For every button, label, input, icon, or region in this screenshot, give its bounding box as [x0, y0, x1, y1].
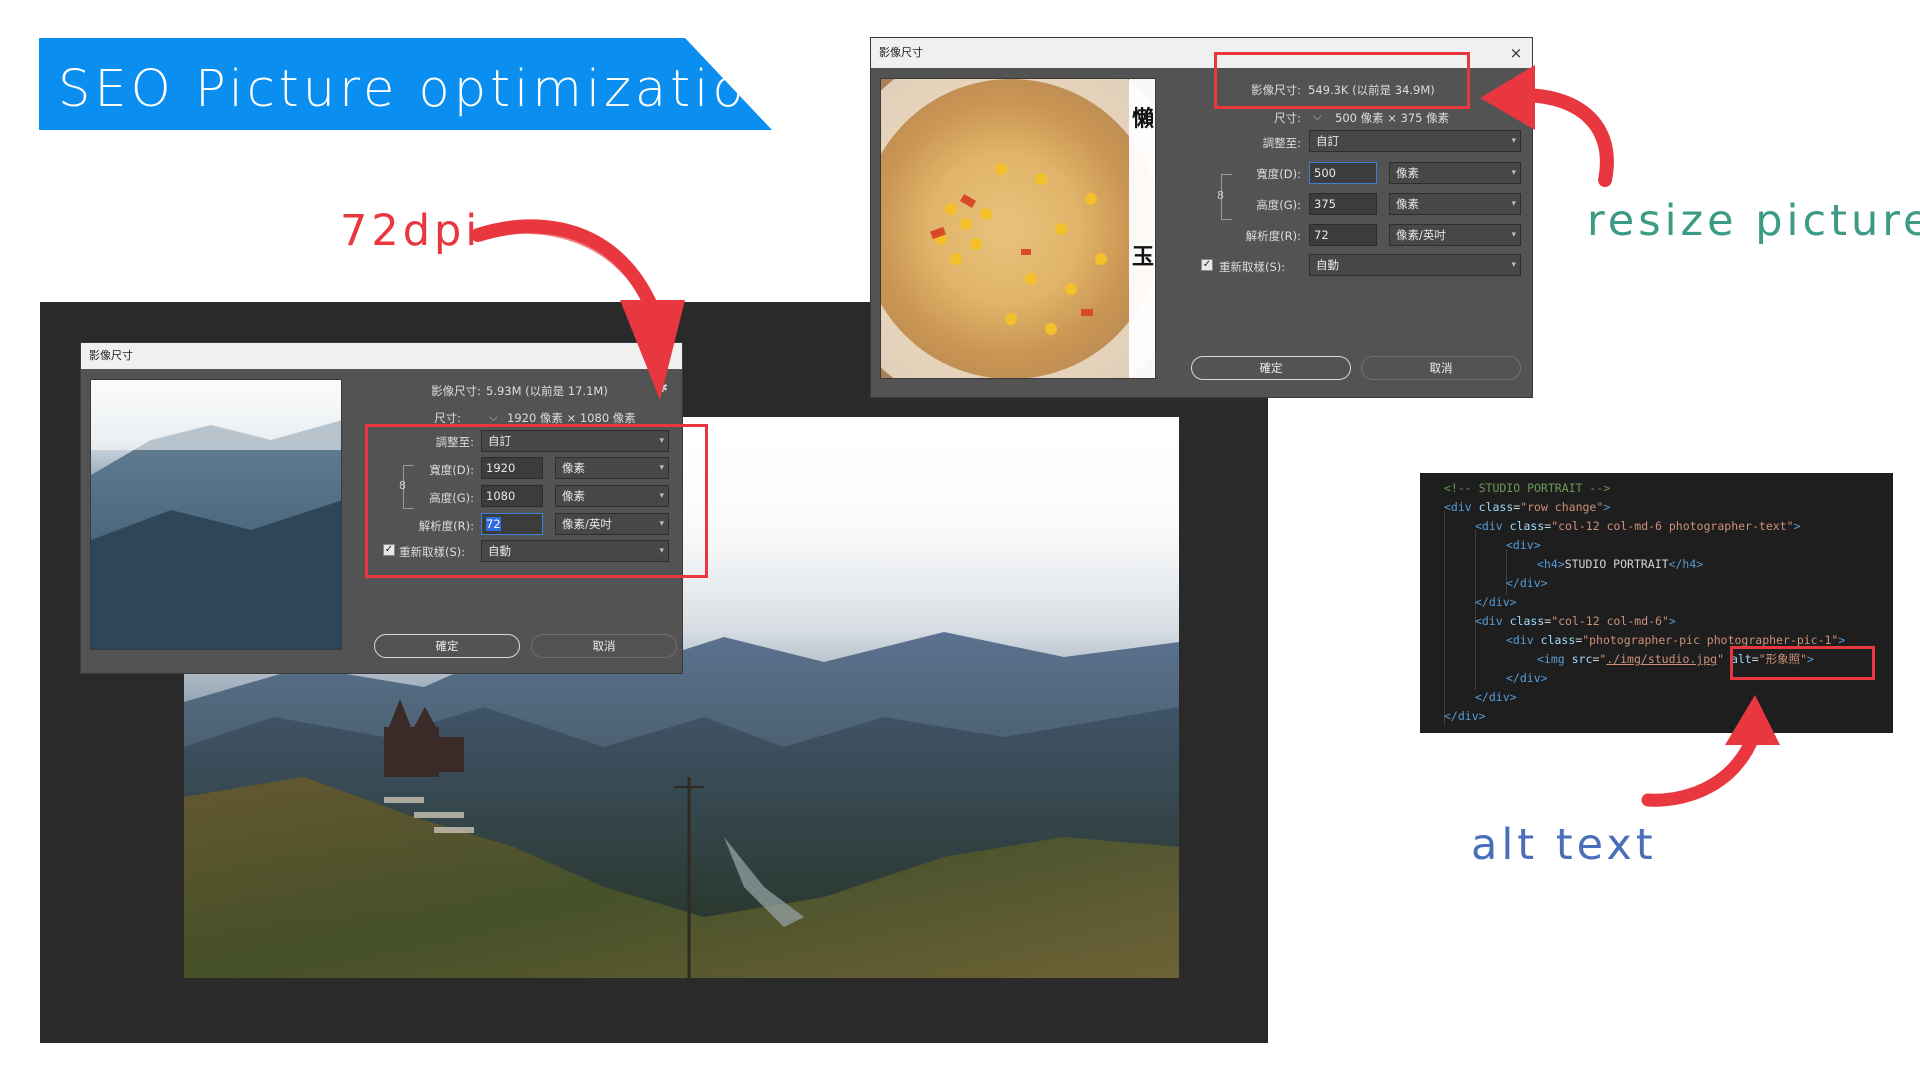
code-token: class: [1509, 519, 1545, 533]
resolution-unit-select[interactable]: 像素/英吋 ▾: [1389, 224, 1521, 246]
code-token: </div>: [1506, 576, 1548, 590]
code-token: <h4>: [1537, 557, 1565, 571]
width-label: 寬度(D):: [1256, 167, 1301, 181]
resample-checkbox[interactable]: ✓: [1201, 259, 1213, 271]
chevron-down-icon[interactable]: ⌵: [1313, 109, 1322, 124]
image-preview: [90, 379, 342, 650]
code-token: <img: [1537, 652, 1572, 666]
fit-to-label: 調整至:: [1262, 136, 1301, 150]
code-token: ./img/studio.jpg: [1606, 652, 1718, 666]
code-token: <div: [1506, 633, 1541, 647]
code-token: </h4>: [1668, 557, 1704, 571]
arrow-alt: [1641, 695, 1780, 807]
code-token: >: [1603, 500, 1611, 514]
code-token: <!-- STUDIO PORTRAIT -->: [1444, 481, 1611, 495]
code-token: <div>: [1506, 538, 1541, 552]
cancel-button[interactable]: 取消: [1361, 356, 1521, 380]
code-token: "col-12 col-md-6 photographer-text": [1551, 519, 1794, 533]
code-line: </div>: [1506, 574, 1548, 593]
code-line: <!-- STUDIO PORTRAIT -->: [1444, 479, 1610, 498]
resample-label: 重新取樣(S):: [1219, 260, 1286, 274]
code-line: </div>: [1475, 593, 1517, 612]
image-size-label: 影像尺寸:: [431, 384, 481, 398]
caption-alt-text: alt text: [1471, 820, 1657, 870]
code-token: STUDIO PORTRAIT: [1564, 557, 1669, 571]
height-unit-select[interactable]: 像素 ▾: [1389, 193, 1521, 215]
height-field[interactable]: 375: [1309, 193, 1377, 215]
chevron-down-icon: ▾: [1511, 230, 1516, 240]
resample-select[interactable]: 自動 ▾: [1309, 254, 1521, 276]
code-token: >: [1668, 614, 1676, 628]
code-token: class: [1540, 633, 1576, 647]
image-preview: 懶 玉: [880, 78, 1156, 379]
ok-button[interactable]: 確定: [374, 634, 520, 658]
chevron-down-icon: ▾: [1511, 260, 1516, 270]
height-label: 高度(G):: [1256, 198, 1301, 212]
width-field[interactable]: 500: [1309, 162, 1377, 184]
code-token: >: [1838, 633, 1846, 647]
caption-resize-picture: resize picture: [1587, 196, 1920, 246]
code-token: class: [1478, 500, 1514, 514]
resolution-label: 解析度(R):: [1245, 229, 1301, 243]
dialog-title: 影像尺寸: [879, 46, 923, 59]
code-token: "photographer-pic photographer-pic-1": [1582, 633, 1839, 647]
code-line: <div class="col-12 col-md-6">: [1475, 612, 1676, 631]
dialog-title: 影像尺寸: [89, 349, 133, 362]
code-line: <div class="row change">: [1444, 498, 1610, 517]
code-token: "row change": [1520, 500, 1604, 514]
cancel-button[interactable]: 取消: [531, 634, 677, 658]
code-line: <h4>STUDIO PORTRAIT</h4>: [1537, 555, 1703, 574]
code-token: ": [1717, 652, 1724, 666]
preview-overlay-char-2: 玉: [1132, 245, 1155, 270]
code-token: </div>: [1475, 595, 1517, 609]
resolution-field[interactable]: 72: [1309, 224, 1377, 246]
highlight-resolution-box: [365, 424, 708, 578]
highlight-alt-box: [1730, 646, 1875, 680]
arrow-resize: [1480, 65, 1614, 187]
code-token: <div: [1475, 614, 1510, 628]
code-line: </div>: [1444, 707, 1486, 726]
code-token: </div>: [1444, 709, 1486, 723]
caption-72dpi: 72dpi: [340, 206, 482, 256]
highlight-image-size-box: [1214, 52, 1470, 109]
dimensions-label: 尺寸:: [1274, 111, 1301, 125]
code-token: >: [1793, 519, 1801, 533]
page-title: SEO Picture optimization: [58, 60, 784, 119]
code-token: class: [1509, 614, 1545, 628]
code-token: <div: [1444, 500, 1479, 514]
dimensions-value: 500 像素 × 375 像素: [1335, 111, 1450, 125]
ok-button[interactable]: 確定: [1191, 356, 1351, 380]
code-token: </div>: [1475, 690, 1517, 704]
code-line: <div>: [1506, 536, 1541, 555]
code-token: </div>: [1506, 671, 1548, 685]
chevron-down-icon: ▾: [1511, 199, 1516, 209]
code-token: src: [1571, 652, 1593, 666]
code-line: </div>: [1475, 688, 1517, 707]
code-line: </div>: [1506, 669, 1548, 688]
code-token: "col-12 col-md-6": [1551, 614, 1669, 628]
code-line: <div class="col-12 col-md-6 photographer…: [1475, 517, 1800, 536]
code-token: <div: [1475, 519, 1510, 533]
indent-guide: [1444, 511, 1445, 725]
preview-overlay-char-1: 懶: [1132, 107, 1155, 132]
arrow-72dpi: [471, 219, 685, 400]
